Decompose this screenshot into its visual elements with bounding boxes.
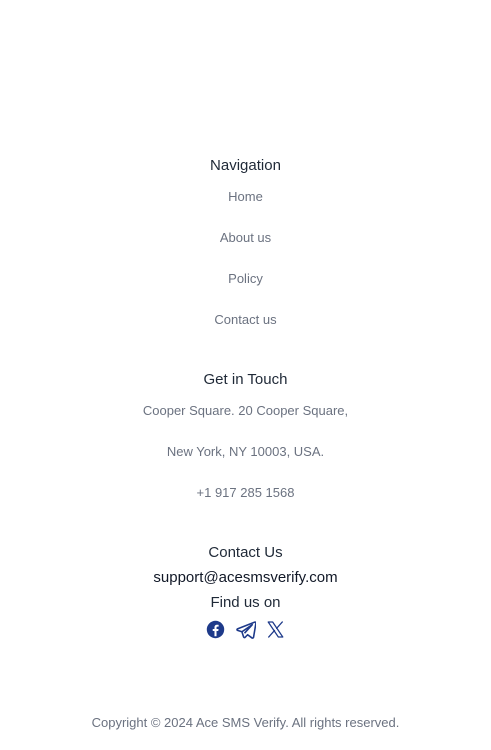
phone-number: +1 917 285 1568 (196, 485, 295, 500)
support-email[interactable]: support@acesmsverify.com (153, 569, 337, 586)
address-line-2: New York, NY 10003, USA. (166, 444, 325, 459)
support-email-link[interactable]: support@acesmsverify.com (0, 568, 491, 588)
social-links (0, 619, 491, 639)
nav-link-home[interactable]: Home (0, 188, 491, 206)
navigation-heading: Navigation (210, 157, 281, 174)
site-footer: Navigation Home About us Policy Contact … (0, 0, 491, 750)
copyright-text: Copyright © 2024 Ace SMS Verify. All rig… (91, 715, 400, 730)
facebook-icon[interactable] (206, 619, 226, 639)
x-icon[interactable] (266, 619, 286, 639)
telegram-icon[interactable] (235, 619, 256, 639)
nav-link-contact-label[interactable]: Contact us (214, 312, 276, 327)
nav-link-about[interactable]: About us (0, 229, 491, 247)
address-line-1: Cooper Square. 20 Cooper Square, (142, 403, 349, 418)
nav-link-about-label[interactable]: About us (220, 230, 271, 245)
nav-link-contact[interactable]: Contact us (0, 311, 491, 329)
contact-us-heading: Contact Us (208, 544, 283, 561)
nav-link-policy-label[interactable]: Policy (228, 271, 263, 286)
nav-link-policy[interactable]: Policy (0, 270, 491, 288)
nav-link-home-label[interactable]: Home (228, 189, 263, 204)
get-in-touch-heading: Get in Touch (203, 371, 288, 388)
find-us-heading: Find us on (210, 594, 281, 611)
